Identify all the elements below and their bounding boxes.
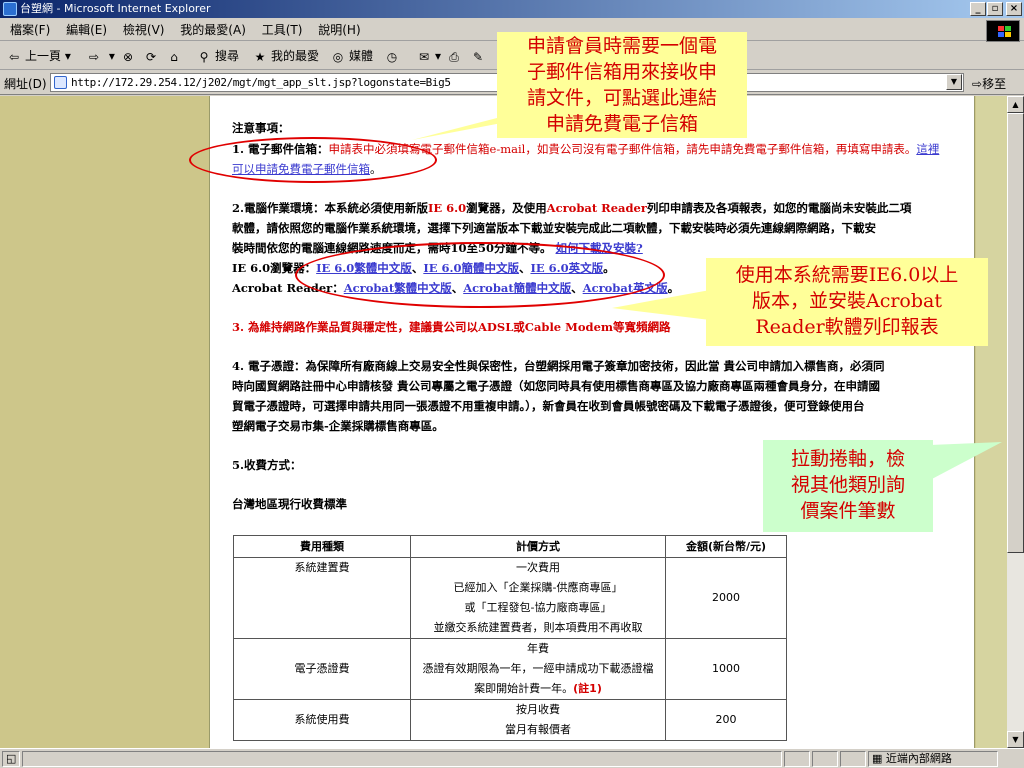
status-bar: ◱ ▦ 近端內部網路: [0, 748, 1024, 768]
scroll-up-button[interactable]: ▲: [1007, 96, 1024, 113]
scrollbar-thumb[interactable]: [1007, 113, 1024, 553]
callout-scroll: 拉動捲軸，檢 視其他類別詢 價案件筆數: [763, 440, 933, 532]
security-zone: ▦ 近端內部網路: [868, 751, 998, 767]
callout-tail-ie: [612, 290, 710, 320]
status-page-icon: ◱: [2, 751, 20, 767]
vertical-scrollbar[interactable]: ▲ ▼: [1007, 96, 1024, 748]
status-text: [22, 751, 782, 767]
scroll-down-button[interactable]: ▼: [1007, 731, 1024, 748]
callout-tail-scroll: [930, 442, 1002, 480]
callout-ie-acrobat: 使用本系統需要IE6.0以上 版本，並安裝Acrobat Reader軟體列印報…: [706, 258, 988, 346]
browser-window: 台塑網 - Microsoft Internet Explorer _ ▫ × …: [0, 0, 1024, 768]
callout-email: 申請會員時需要一個電 子郵件信箱用來接收申 請文件，可點選此連結 申請免費電子信…: [497, 32, 747, 138]
intranet-icon: ▦: [872, 752, 886, 765]
